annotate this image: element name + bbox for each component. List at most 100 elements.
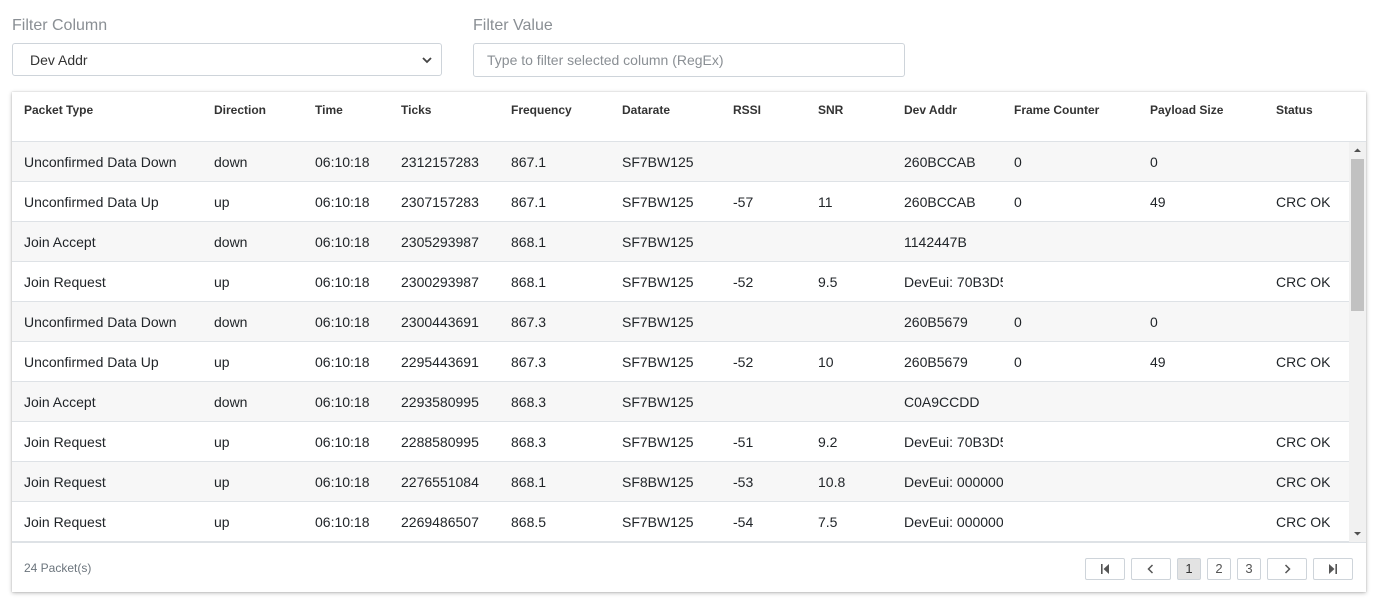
cell-packet-type: Join Accept [24,234,96,250]
cell-time: 06:10:18 [315,154,370,170]
cell-dev-addr: DevEui: 70B3D5 [904,274,1003,290]
cell-ticks: 2305293987 [401,234,479,250]
cell-direction: up [214,434,230,450]
cell-datarate: SF7BW125 [622,194,694,210]
next-page-button[interactable] [1267,558,1307,580]
last-page-icon [1329,564,1337,574]
filter-value-label: Filter Value [473,17,553,34]
table-row[interactable]: Join Request up 06:10:18 2269486507 868.5 SF7… [12,502,1349,542]
table-footer: 24 Packet(s) 1 2 3 [12,542,1366,592]
cell-packet-type: Join Request [24,514,106,530]
filter-bar: Filter Column Dev Addr Filter Value [0,0,1390,92]
cell-direction: down [214,234,248,250]
chevron-down-icon [422,57,432,64]
header-dev-addr[interactable]: Dev Addr [904,103,1003,117]
cell-datarate: SF7BW125 [622,354,694,370]
cell-direction: down [214,314,248,330]
cell-datarate: SF7BW125 [622,514,694,530]
cell-status: CRC OK [1276,474,1331,490]
header-status[interactable]: Status [1276,103,1313,117]
cell-dev-addr: 260BCCAB [904,154,976,170]
table-row[interactable]: Unconfirmed Data Up up 06:10:18 2295443691 8… [12,342,1349,382]
cell-dev-addr: DevEui: 0000000 [904,474,1003,490]
header-packet-type[interactable]: Packet Type [24,103,93,117]
header-time[interactable]: Time [315,103,343,117]
cell-frequency: 868.1 [511,274,547,290]
cell-rssi: -52 [733,274,754,290]
cell-ticks: 2293580995 [401,394,479,410]
first-page-button[interactable] [1085,558,1125,580]
prev-page-button[interactable] [1131,558,1171,580]
cell-status: CRC OK [1276,434,1331,450]
filter-value-input[interactable] [473,43,905,77]
page-button-3[interactable]: 3 [1237,558,1261,580]
first-page-icon [1101,564,1109,574]
table-row[interactable]: Join Request up 06:10:18 2276551084 868.1 SF8… [12,462,1349,502]
table-row[interactable]: Join Request up 06:10:18 2300293987 868.1 SF7… [12,262,1349,302]
cell-frame-counter: 0 [1014,354,1022,370]
cell-datarate: SF8BW125 [622,474,694,490]
filter-column-select[interactable]: Dev Addr [12,43,442,76]
header-rssi[interactable]: RSSI [733,103,761,117]
table-row[interactable]: Join Accept down 06:10:18 2293580995 868.3 SF… [12,382,1349,422]
header-direction[interactable]: Direction [214,103,266,117]
cell-dev-addr: 260B5679 [904,314,968,330]
table-row[interactable]: Unconfirmed Data Up up 06:10:18 2307157283 8… [12,182,1349,222]
cell-rssi: -52 [733,354,754,370]
cell-snr: 11 [818,194,833,210]
page-button-1[interactable]: 1 [1177,558,1201,580]
table-row[interactable]: Join Accept down 06:10:18 2305293987 868.1 SF… [12,222,1349,262]
filter-column-label: Filter Column [12,17,108,34]
cell-packet-type: Unconfirmed Data Up [24,354,159,370]
cell-time: 06:10:18 [315,194,370,210]
cell-payload-size: 49 [1150,194,1166,210]
header-ticks[interactable]: Ticks [401,103,431,117]
cell-packet-type: Join Request [24,274,106,290]
header-snr[interactable]: SNR [818,103,843,117]
cell-datarate: SF7BW125 [622,434,694,450]
cell-datarate: SF7BW125 [622,154,694,170]
cell-packet-type: Unconfirmed Data Down [24,314,177,330]
cell-status: CRC OK [1276,354,1331,370]
cell-direction: up [214,514,230,530]
packet-table-card: Packet Type Direction Time Ticks Frequen… [12,92,1366,592]
page-button-2[interactable]: 2 [1207,558,1231,580]
cell-direction: up [214,354,230,370]
cell-frequency: 868.5 [511,514,547,530]
cell-status: CRC OK [1276,194,1331,210]
cell-ticks: 2300443691 [401,314,479,330]
cell-direction: down [214,154,248,170]
table-row[interactable]: Join Request up 06:10:18 2288580995 868.3 SF7… [12,422,1349,462]
cell-snr: 9.5 [818,274,838,290]
scroll-down-arrow-icon[interactable] [1349,525,1366,542]
cell-ticks: 2276551084 [401,474,479,490]
table-row[interactable]: Unconfirmed Data Down down 06:10:18 2300443… [12,302,1349,342]
scroll-up-arrow-icon[interactable] [1349,142,1366,159]
cell-ticks: 2295443691 [401,354,479,370]
cell-snr: 10 [818,354,834,370]
cell-snr: 9.2 [818,434,838,450]
last-page-button[interactable] [1313,558,1353,580]
table-body: Unconfirmed Data Down down 06:10:18 2312157… [12,142,1349,542]
cell-ticks: 2288580995 [401,434,479,450]
cell-direction: up [214,274,230,290]
cell-rssi: -57 [733,194,754,210]
table-row[interactable]: Unconfirmed Data Down down 06:10:18 2312157… [12,142,1349,182]
header-datarate[interactable]: Datarate [622,103,670,117]
cell-packet-type: Join Accept [24,394,96,410]
table-header: Packet Type Direction Time Ticks Frequen… [12,92,1366,142]
header-frequency[interactable]: Frequency [511,103,572,117]
scroll-thumb[interactable] [1351,159,1364,311]
cell-time: 06:10:18 [315,434,370,450]
cell-ticks: 2300293987 [401,274,479,290]
header-payload-size[interactable]: Payload Size [1150,103,1223,117]
cell-frequency: 868.1 [511,234,547,250]
cell-frequency: 867.1 [511,194,547,210]
cell-dev-addr: DevEui: 0000000 [904,514,1003,530]
cell-status: CRC OK [1276,274,1331,290]
cell-direction: up [214,194,230,210]
table-scrollbar[interactable] [1349,142,1366,542]
cell-rssi: -54 [733,514,754,530]
cell-packet-type: Unconfirmed Data Down [24,154,177,170]
header-frame-counter[interactable]: Frame Counter [1014,103,1099,117]
